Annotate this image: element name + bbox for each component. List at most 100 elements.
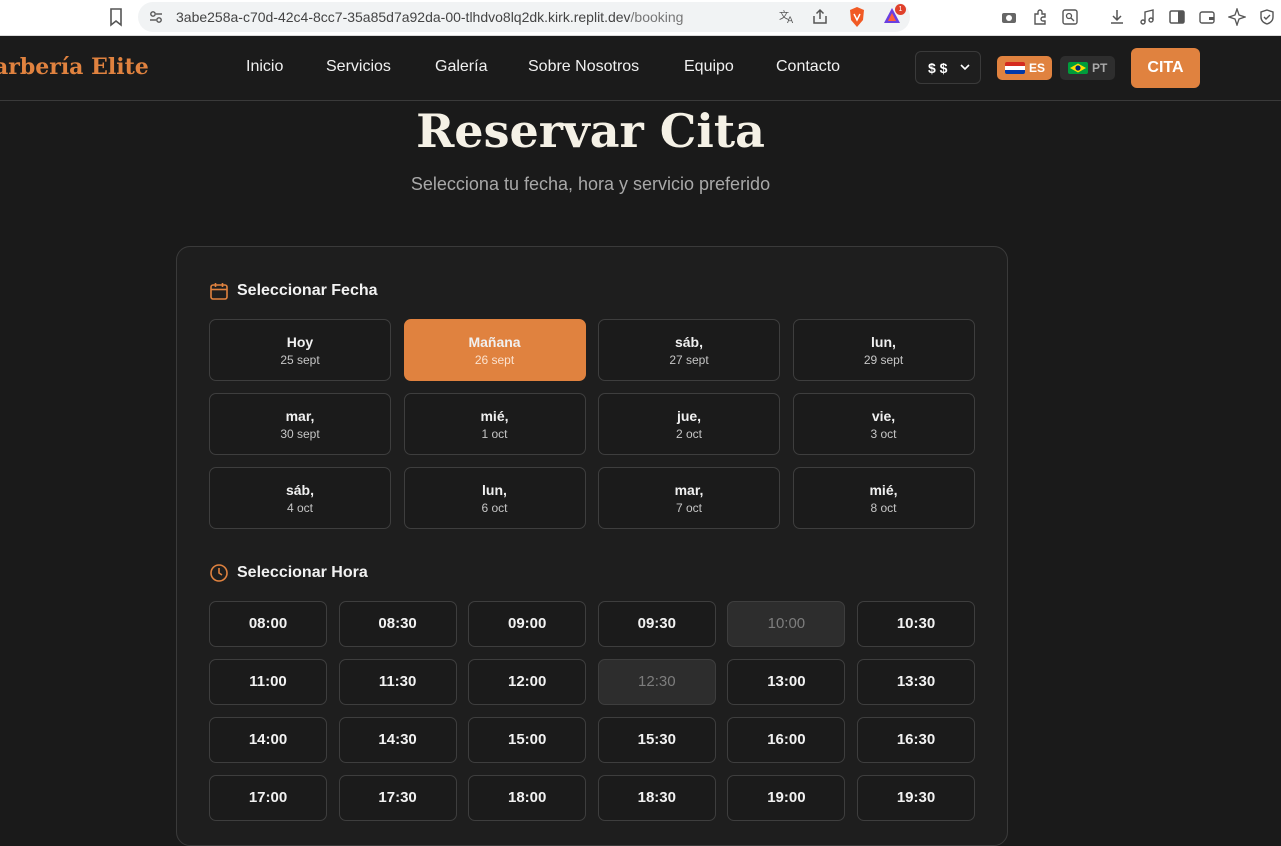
time-slot: 12:30 — [597, 659, 716, 705]
date-option-date: 26 sept — [474, 353, 515, 367]
date-option-day: jue, — [676, 408, 702, 424]
brave-shields-icon[interactable] — [848, 6, 866, 28]
date-option-day: vie, — [871, 408, 896, 424]
date-option-date: 30 sept — [280, 427, 320, 441]
date-option-date: 3 oct — [870, 427, 897, 441]
brave-rewards-icon[interactable]: 1 — [882, 4, 906, 26]
date-option[interactable]: sáb, 27 sept — [598, 319, 780, 381]
time-slot[interactable]: 18:00 — [468, 775, 587, 821]
nav-galeria[interactable]: Galería — [435, 58, 487, 76]
nav-contacto[interactable]: Contacto — [776, 58, 840, 76]
date-option[interactable]: vie, 3 oct — [792, 393, 975, 455]
time-slot[interactable]: 14:00 — [209, 717, 327, 763]
date-option[interactable]: lun, 6 oct — [403, 467, 586, 529]
currency-label: $ $ — [928, 60, 948, 76]
time-slot[interactable]: 11:00 — [209, 659, 327, 705]
time-slot[interactable]: 11:30 — [338, 659, 457, 705]
time-slot[interactable]: 15:00 — [468, 717, 587, 763]
translate-icon[interactable]: 文A — [778, 8, 796, 26]
url-path: /booking — [630, 9, 684, 25]
site-logo[interactable]: arbería Elite — [0, 54, 149, 80]
time-slot[interactable]: 17:00 — [209, 775, 327, 821]
date-option-date: 4 oct — [286, 501, 313, 515]
date-option[interactable]: jue, 2 oct — [598, 393, 780, 455]
site-settings-icon[interactable] — [148, 9, 164, 25]
nav-equipo[interactable]: Equipo — [684, 58, 734, 76]
camera-icon[interactable] — [1000, 8, 1018, 26]
date-option-day: sáb, — [285, 482, 314, 498]
time-section-title: Seleccionar Hora — [237, 564, 368, 581]
date-option-date: 8 oct — [870, 501, 897, 515]
time-slot[interactable]: 09:00 — [468, 601, 587, 647]
time-slot[interactable]: 14:30 — [338, 717, 457, 763]
time-slot[interactable]: 13:00 — [727, 659, 846, 705]
time-slot[interactable]: 08:00 — [209, 601, 327, 647]
book-appointment-button[interactable]: CITA — [1131, 48, 1200, 88]
date-option[interactable]: mié, 1 oct — [403, 393, 586, 455]
date-option-day: Hoy — [286, 334, 314, 350]
date-option-day: lun, — [482, 482, 507, 498]
date-option-day: mar, — [285, 408, 315, 424]
lang-pt-label: PT — [1092, 61, 1108, 75]
date-option[interactable]: Hoy 25 sept — [209, 319, 391, 381]
date-option[interactable]: mar, 30 sept — [209, 393, 391, 455]
lang-es-button[interactable]: ES — [997, 56, 1052, 80]
time-slot[interactable]: 16:00 — [727, 717, 846, 763]
nav-servicios[interactable]: Servicios — [326, 58, 391, 76]
download-icon[interactable] — [1108, 8, 1126, 26]
date-option[interactable]: mié, 8 oct — [792, 467, 975, 529]
sidebar-icon[interactable] — [1168, 8, 1186, 26]
nav-sobre-nosotros[interactable]: Sobre Nosotros — [528, 58, 639, 76]
page-title: Reservar Cita — [416, 104, 765, 158]
date-option-date: 29 sept — [863, 353, 904, 367]
date-option-date: 27 sept — [669, 353, 709, 367]
clock-icon — [210, 564, 228, 582]
page-subtitle: Selecciona tu fecha, hora y servicio pre… — [410, 174, 771, 194]
currency-select[interactable]: $ $ — [915, 51, 981, 84]
rewards-badge: 1 — [895, 4, 906, 15]
vpn-shield-icon[interactable] — [1258, 8, 1276, 26]
nav-inicio[interactable]: Inicio — [246, 58, 283, 76]
date-option-day: sáb, — [674, 334, 703, 350]
reader-icon[interactable] — [1061, 8, 1079, 26]
browser-toolbar: 3abe258a-c70d-42c4-8cc7-35a85d7a92da-00-… — [0, 0, 1281, 36]
time-slot[interactable]: 12:00 — [468, 659, 587, 705]
time-slot[interactable]: 15:30 — [597, 717, 716, 763]
date-option-day: mar, — [674, 482, 704, 498]
date-option-day: lun, — [871, 334, 896, 350]
bookmark-icon[interactable] — [108, 7, 124, 27]
extensions-icon[interactable] — [1031, 8, 1049, 26]
date-option[interactable]: lun, 29 sept — [792, 319, 975, 381]
time-slot[interactable]: 16:30 — [857, 717, 975, 763]
calendar-icon — [210, 283, 228, 300]
lang-pt-button[interactable]: PT — [1060, 56, 1115, 80]
date-option[interactable]: sáb, 4 oct — [209, 467, 391, 529]
address-bar[interactable]: 3abe258a-c70d-42c4-8cc7-35a85d7a92da-00-… — [138, 2, 910, 32]
date-option[interactable]: Mañana 26 sept — [403, 319, 586, 381]
leo-ai-icon[interactable] — [1228, 8, 1246, 26]
share-icon[interactable] — [811, 8, 829, 26]
date-option-day: mié, — [869, 482, 898, 498]
svg-text:A: A — [787, 16, 794, 26]
time-slot[interactable]: 18:30 — [597, 775, 716, 821]
date-option[interactable]: mar, 7 oct — [598, 467, 780, 529]
time-slot[interactable]: 10:30 — [857, 601, 975, 647]
booking-card: Seleccionar Fecha Hoy 25 sept Mañana 26 sep… — [176, 246, 1008, 846]
time-slot[interactable]: 13:30 — [857, 659, 975, 705]
time-slot[interactable]: 08:30 — [338, 601, 457, 647]
date-section-title: Seleccionar Fecha — [237, 282, 378, 299]
date-option-date: 25 sept — [280, 353, 320, 367]
time-slot[interactable]: 17:30 — [338, 775, 457, 821]
date-option-date: 7 oct — [675, 501, 702, 515]
date-option-day: Mañana — [468, 334, 521, 350]
time-slot[interactable]: 09:30 — [597, 601, 716, 647]
url-host: 3abe258a-c70d-42c4-8cc7-35a85d7a92da-00-… — [176, 9, 631, 25]
time-slot[interactable]: 19:00 — [727, 775, 846, 821]
date-option-date: 6 oct — [481, 501, 508, 515]
date-option-date: 1 oct — [481, 427, 508, 441]
music-icon[interactable] — [1138, 8, 1156, 26]
paraguay-flag-icon — [1005, 62, 1025, 74]
time-slot[interactable]: 19:30 — [857, 775, 975, 821]
wallet-icon[interactable] — [1198, 8, 1216, 26]
chevron-down-icon — [960, 64, 970, 71]
